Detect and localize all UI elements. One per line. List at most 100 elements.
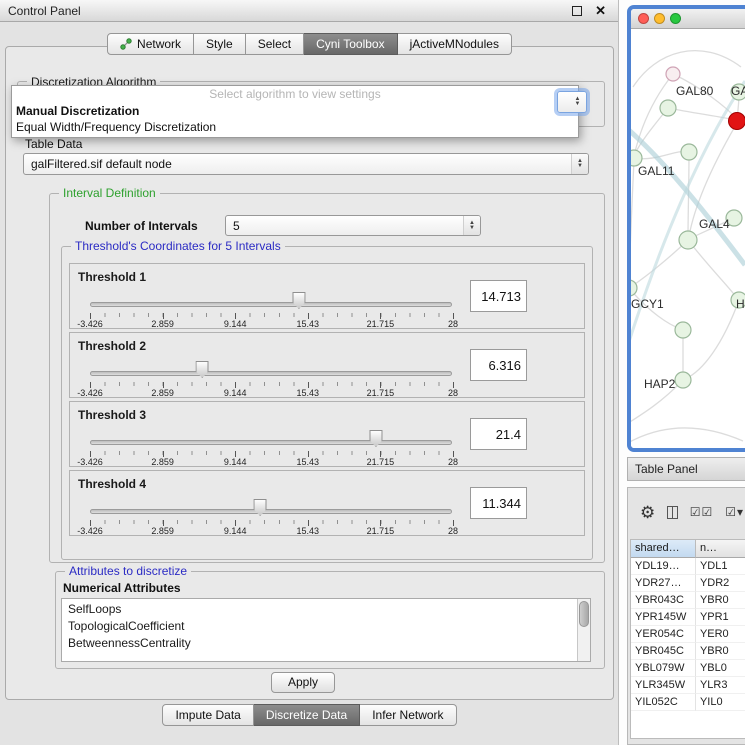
- apply-button[interactable]: Apply: [271, 672, 335, 693]
- threshold-3-block: Threshold 3 -3.4262.8599.14415.4321.7152…: [69, 401, 585, 467]
- tick-label: 9.144: [224, 526, 247, 536]
- threshold-label: Threshold 3: [78, 408, 146, 422]
- tick-label: 28: [448, 526, 458, 536]
- table-row[interactable]: YIL052CYIL0: [631, 694, 745, 711]
- tick-label: 28: [448, 457, 458, 467]
- zoom-traffic-light-icon[interactable]: [670, 13, 681, 24]
- table-cell[interactable]: YER0: [696, 626, 745, 643]
- attribute-list-item[interactable]: SelfLoops: [62, 601, 576, 618]
- tab-network[interactable]: Network: [107, 33, 194, 55]
- algorithm-option-manual[interactable]: Manual Discretization: [12, 103, 578, 119]
- minimize-traffic-light-icon[interactable]: [654, 13, 665, 24]
- selected-red-node[interactable]: [729, 113, 745, 130]
- tab-infer-network[interactable]: Infer Network: [360, 704, 456, 726]
- column-header-shared-name[interactable]: shared…: [631, 540, 696, 558]
- control-panel-titlebar[interactable]: Control Panel ✕: [0, 0, 618, 22]
- tab-label: Network: [137, 37, 181, 51]
- close-traffic-light-icon[interactable]: [638, 13, 649, 24]
- slider-track[interactable]: [90, 302, 452, 307]
- threshold-slider[interactable]: [90, 290, 452, 312]
- table-cell[interactable]: YBL0: [696, 660, 745, 677]
- table-row[interactable]: YPR145WYPR1: [631, 609, 745, 626]
- node-label[interactable]: HAP2: [644, 377, 675, 391]
- table-cell[interactable]: YLR3: [696, 677, 745, 694]
- table-row[interactable]: YBR043CYBR0: [631, 592, 745, 609]
- column-header-name[interactable]: n…: [696, 540, 745, 558]
- table-row[interactable]: YER054CYER0: [631, 626, 745, 643]
- threshold-slider[interactable]: [90, 497, 452, 519]
- tick-label: 15.43: [297, 526, 320, 536]
- tab-cyni-toolbox[interactable]: Cyni Toolbox: [304, 33, 397, 55]
- node-label[interactable]: GCY1: [631, 297, 664, 311]
- threshold-slider[interactable]: [90, 359, 452, 381]
- columns-icon[interactable]: [667, 506, 677, 519]
- table-cell[interactable]: YLR345W: [631, 677, 696, 694]
- slider-track[interactable]: [90, 440, 452, 445]
- gear-icon[interactable]: ⚙: [640, 504, 655, 521]
- table-row[interactable]: YDR27…YDR2: [631, 575, 745, 592]
- table-cell[interactable]: YPR1: [696, 609, 745, 626]
- table-row[interactable]: YLR345WYLR3: [631, 677, 745, 694]
- table-cell[interactable]: YBR043C: [631, 592, 696, 609]
- table-cell[interactable]: YBR0: [696, 592, 745, 609]
- tick-label: 2.859: [151, 319, 174, 329]
- attribute-list-item[interactable]: TopologicalCoefficient: [62, 618, 576, 635]
- table-cell[interactable]: YDL1: [696, 558, 745, 575]
- tab-impute-data[interactable]: Impute Data: [162, 704, 253, 726]
- select-checks-icon[interactable]: ☑☑: [690, 505, 714, 519]
- threshold-slider[interactable]: [90, 428, 452, 450]
- scrollbar-thumb[interactable]: [579, 601, 589, 627]
- tab-jactivemnodules[interactable]: jActiveMNodules: [398, 33, 512, 55]
- node-label[interactable]: H: [736, 297, 745, 311]
- tab-label: Style: [206, 37, 233, 51]
- table-cell[interactable]: YBR045C: [631, 643, 696, 660]
- table-cell[interactable]: YBR0: [696, 643, 745, 660]
- pink-node[interactable]: [666, 67, 680, 81]
- threshold-1-block: Threshold 1 -3.4262.8599.14415.4321.7152…: [69, 263, 585, 329]
- slider-track[interactable]: [90, 509, 452, 514]
- table-data-combobox[interactable]: galFiltered.sif default node ▲▼: [23, 153, 589, 175]
- threshold-value-field[interactable]: [470, 349, 527, 381]
- table-row[interactable]: YBL079WYBL0: [631, 660, 745, 677]
- node-label[interactable]: GA: [731, 84, 745, 98]
- slider-track[interactable]: [90, 371, 452, 376]
- threshold-value-field[interactable]: [470, 487, 527, 519]
- tick-label: -3.426: [77, 319, 103, 329]
- tab-select[interactable]: Select: [246, 33, 304, 55]
- node-label[interactable]: GAL4: [699, 217, 730, 231]
- table-row[interactable]: YDL19…YDL1: [631, 558, 745, 575]
- tick-label: 21.715: [367, 526, 395, 536]
- table-cell[interactable]: YIL052C: [631, 694, 696, 711]
- table-cell[interactable]: YER054C: [631, 626, 696, 643]
- tab-discretize-data[interactable]: Discretize Data: [254, 704, 360, 726]
- list-scrollbar[interactable]: [577, 599, 590, 661]
- thresholds-group-title: Threshold's Coordinates for 5 Intervals: [71, 239, 285, 253]
- table-row[interactable]: YBR045CYBR0: [631, 643, 745, 660]
- number-of-intervals-combobox[interactable]: 5 ▲▼: [225, 215, 481, 236]
- algorithm-combobox-stepper[interactable]: ▲▼: [557, 91, 587, 113]
- threshold-label: Threshold 1: [78, 270, 146, 284]
- tab-label: jActiveMNodules: [410, 37, 499, 51]
- table-cell[interactable]: YBL079W: [631, 660, 696, 677]
- minimize-icon[interactable]: [572, 6, 582, 16]
- table-cell[interactable]: YDR27…: [631, 575, 696, 592]
- table-cell[interactable]: YIL0: [696, 694, 745, 711]
- tab-style[interactable]: Style: [194, 33, 246, 55]
- stepper-arrows-icon: ▲▼: [569, 92, 586, 112]
- algorithm-option-equal-width[interactable]: Equal Width/Frequency Discretization: [12, 119, 578, 135]
- table-cell[interactable]: YDL19…: [631, 558, 696, 575]
- node-label[interactable]: GAL11: [638, 164, 674, 178]
- node-label[interactable]: GAL80: [676, 84, 713, 98]
- network-canvas[interactable]: GAL80 GAL11 GAL4 GCY1 HAP2 GA H: [631, 29, 745, 448]
- numerical-attributes-list[interactable]: SelfLoopsTopologicalCoefficientBetweenne…: [61, 598, 591, 662]
- close-icon[interactable]: ✕: [595, 3, 606, 19]
- function-icon[interactable]: ☑▾: [725, 505, 744, 519]
- attribute-list-item[interactable]: BetweennessCentrality: [62, 635, 576, 652]
- threshold-value-field[interactable]: [470, 280, 527, 312]
- threshold-value-field[interactable]: [470, 418, 527, 450]
- table-panel-header[interactable]: Table Panel: [627, 457, 745, 481]
- network-window-titlebar[interactable]: [631, 9, 745, 29]
- table-cell[interactable]: YPR145W: [631, 609, 696, 626]
- table-cell[interactable]: YDR2: [696, 575, 745, 592]
- slider-tick-labels: -3.4262.8599.14415.4321.71528: [90, 382, 453, 396]
